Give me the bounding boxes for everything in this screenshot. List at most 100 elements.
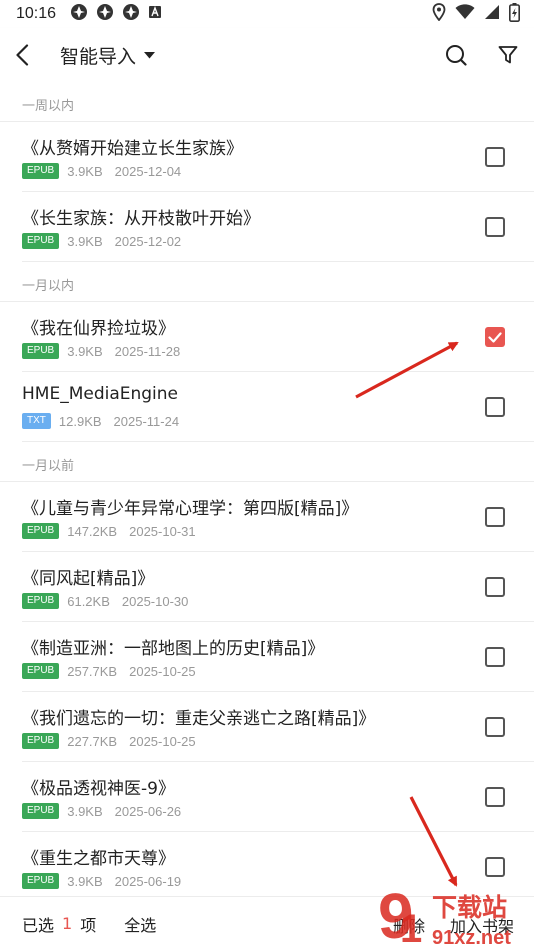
file-list-item[interactable]: 《我在仙界捡垃圾》 EPUB 3.9KB 2025-11-28 [22, 302, 534, 372]
battery-charging-icon [509, 2, 520, 26]
format-badge: EPUB [22, 593, 60, 609]
back-arrow-icon [16, 44, 29, 66]
selected-suffix: 项 [80, 915, 97, 935]
select-checkbox[interactable] [485, 577, 505, 597]
file-name: 《从赘婿开始建立长生家族》 [22, 139, 243, 159]
format-badge: TXT [22, 413, 51, 429]
toolbar: 智能导入 [0, 28, 534, 82]
select-checkbox[interactable] [485, 507, 505, 527]
file-date: 2025-10-25 [129, 733, 196, 749]
file-date: 2025-06-26 [114, 803, 182, 819]
file-size: 227.7KB [67, 733, 118, 749]
file-date: 2025-10-30 [121, 593, 189, 609]
file-list-item[interactable]: HME_MediaEngine TXT 12.9KB 2025-11-24 [22, 372, 534, 442]
select-checkbox[interactable] [485, 217, 505, 237]
file-meta: EPUB 61.2KB 2025-10-30 [22, 593, 188, 609]
file-size: 61.2KB [67, 593, 110, 609]
app-notification-icon [96, 3, 114, 25]
section-header: 一月以内 [0, 262, 534, 302]
file-size: 3.9KB [67, 163, 103, 179]
format-badge: EPUB [22, 663, 60, 679]
file-name: 《极品透视神医-9》 [22, 779, 175, 799]
search-button[interactable] [430, 28, 482, 82]
file-meta: TXT 12.9KB 2025-11-24 [22, 413, 179, 429]
file-size: 3.9KB [67, 343, 103, 359]
search-icon [446, 45, 467, 66]
file-date: 2025-06-19 [114, 873, 182, 889]
status-bar: 10:16 [0, 0, 534, 28]
file-list-item[interactable]: 《极品透视神医-9》 EPUB 3.9KB 2025-06-26 [22, 762, 534, 832]
file-list: 一周以内《从赘婿开始建立长生家族》 EPUB 3.9KB 2025-12-04 《长生家… [0, 82, 534, 902]
file-name: 《长生家族：从开枝散叶开始》 [22, 209, 260, 229]
file-date: 2025-11-28 [114, 343, 181, 359]
status-time: 10:16 [16, 5, 57, 22]
file-list-item[interactable]: 《同风起[精品]》 EPUB 61.2KB 2025-10-30 [22, 552, 534, 622]
format-badge: EPUB [22, 803, 60, 819]
file-meta: EPUB 257.7KB 2025-10-25 [22, 663, 196, 679]
file-name: 《制造亚洲：一部地图上的历史[精品]》 [22, 639, 325, 659]
file-name: 《我在仙界捡垃圾》 [22, 319, 175, 339]
format-badge: EPUB [22, 873, 60, 889]
dropdown-caret-icon [144, 51, 156, 58]
select-checkbox[interactable] [485, 397, 505, 417]
filter-icon [498, 46, 518, 64]
format-badge: EPUB [22, 733, 60, 749]
file-meta: EPUB 3.9KB 2025-12-02 [22, 233, 181, 249]
file-size: 3.9KB [67, 803, 103, 819]
file-size: 3.9KB [67, 873, 103, 889]
select-all-button[interactable]: 全选 [124, 912, 156, 936]
file-name: 《我们遗忘的一切：重走父亲逃亡之路[精品]》 [22, 709, 376, 729]
file-list-item[interactable]: 《儿童与青少年异常心理学：第四版[精品]》 EPUB 147.2KB 2025-10-… [22, 482, 534, 552]
font-notification-icon [148, 5, 162, 23]
selected-count: 1 [62, 914, 73, 933]
file-size: 3.9KB [67, 233, 103, 249]
file-meta: EPUB 3.9KB 2025-06-26 [22, 803, 181, 819]
back-button[interactable] [0, 28, 44, 82]
file-meta: EPUB 3.9KB 2025-12-04 [22, 163, 181, 179]
select-checkbox[interactable] [485, 787, 505, 807]
select-checkbox[interactable] [485, 647, 505, 667]
svg-text:1: 1 [400, 907, 422, 950]
select-checkbox[interactable] [485, 147, 505, 167]
location-icon [432, 3, 446, 25]
file-list-item[interactable]: 《长生家族：从开枝散叶开始》 EPUB 3.9KB 2025-12-02 [22, 192, 534, 262]
select-checkbox[interactable] [485, 857, 505, 877]
file-date: 2025-12-04 [114, 163, 182, 179]
file-date: 2025-10-31 [129, 523, 196, 539]
select-checkbox[interactable] [485, 717, 505, 737]
file-date: 2025-12-02 [114, 233, 182, 249]
app-notification-icon [122, 3, 140, 25]
file-name: 《重生之都市天尊》 [22, 849, 175, 869]
app-notification-icon [70, 3, 88, 25]
file-size: 147.2KB [67, 523, 118, 539]
checkmark-icon [488, 331, 502, 343]
file-meta: EPUB 3.9KB 2025-06-19 [22, 873, 181, 889]
file-list-item[interactable]: 《制造亚洲：一部地图上的历史[精品]》 EPUB 257.7KB 2025-10-25 [22, 622, 534, 692]
selected-prefix: 已选 [22, 915, 55, 935]
filter-button[interactable] [482, 28, 534, 82]
signal-icon [484, 4, 500, 24]
svg-text:91xz.net: 91xz.net [432, 927, 511, 949]
file-name: 《同风起[精品]》 [22, 569, 155, 589]
file-date: 2025-11-24 [113, 413, 180, 429]
file-name: HME_MediaEngine [22, 384, 179, 404]
page-title: 智能导入 [60, 45, 137, 68]
file-meta: EPUB 147.2KB 2025-10-31 [22, 523, 196, 539]
format-badge: EPUB [22, 233, 60, 249]
select-checkbox[interactable] [485, 327, 505, 347]
file-list-item[interactable]: 《我们遗忘的一切：重走父亲逃亡之路[精品]》 EPUB 227.7KB 2025-10… [22, 692, 534, 762]
format-badge: EPUB [22, 343, 60, 359]
section-header: 一月以前 [0, 442, 534, 482]
file-name: 《儿童与青少年异常心理学：第四版[精品]》 [22, 499, 359, 519]
file-meta: EPUB 227.7KB 2025-10-25 [22, 733, 196, 749]
file-list-item[interactable]: 《从赘婿开始建立长生家族》 EPUB 3.9KB 2025-12-04 [22, 122, 534, 192]
file-meta: EPUB 3.9KB 2025-11-28 [22, 343, 180, 359]
svg-text:下载站: 下载站 [432, 893, 507, 922]
section-header: 一周以内 [0, 82, 534, 122]
import-mode-dropdown[interactable]: 智能导入 [60, 42, 156, 69]
watermark-logo: 9 1 下载站 91xz.net [378, 880, 511, 950]
selection-summary: 已选 1 项 [22, 912, 96, 936]
file-date: 2025-10-25 [129, 663, 196, 679]
file-size: 12.9KB [58, 413, 102, 429]
file-size: 257.7KB [67, 663, 118, 679]
